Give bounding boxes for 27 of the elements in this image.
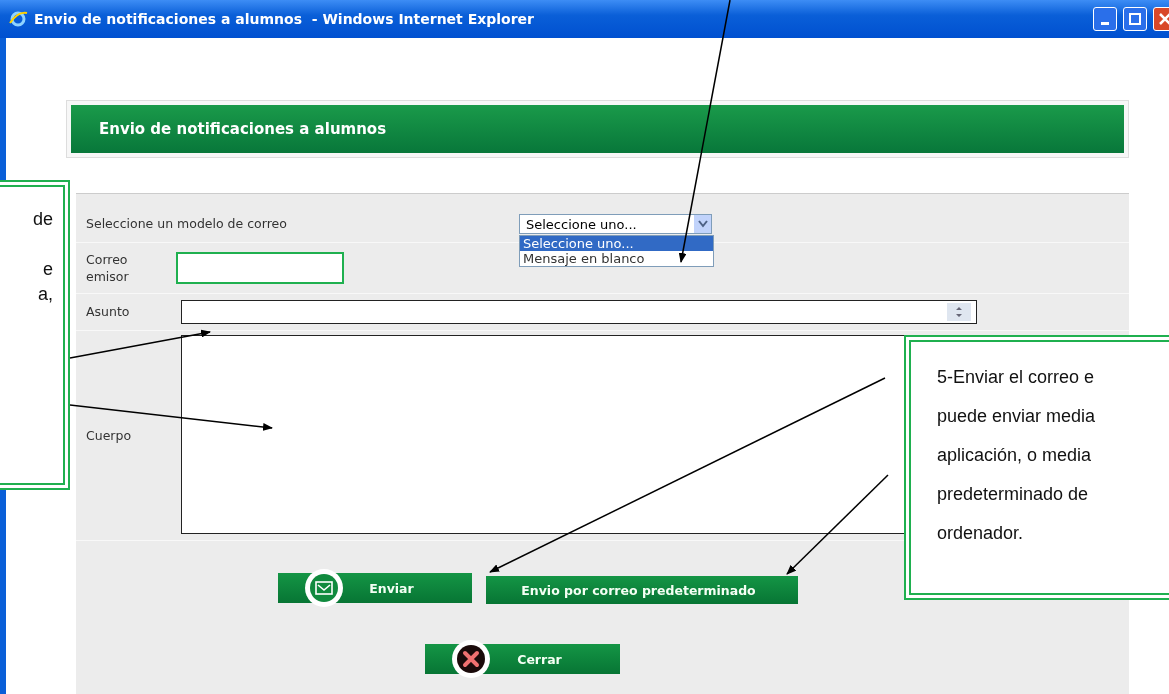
callout-text: 5-Enviar el correo e bbox=[937, 366, 1095, 389]
field-label: Cuerpo bbox=[86, 426, 133, 445]
field-label: Seleccione un modelo de correo bbox=[86, 215, 288, 233]
window-title: Envio de notificaciones a alumnos - Windows Internet Explorer bbox=[34, 11, 535, 27]
maximize-button[interactable] bbox=[1123, 7, 1147, 31]
callout-text: e bbox=[43, 258, 53, 281]
close-icon bbox=[451, 639, 491, 679]
browser-logo-icon bbox=[8, 9, 28, 29]
callout-text: a, bbox=[38, 283, 53, 306]
chevron-down-icon bbox=[697, 220, 708, 228]
page-title: Envio de notificaciones a alumnos bbox=[71, 105, 1124, 153]
minimize-button[interactable] bbox=[1093, 7, 1117, 31]
default-mail-button[interactable]: Envio por correo predeterminado bbox=[485, 576, 798, 604]
minimize-icon bbox=[1101, 21, 1109, 25]
dropdown-option[interactable]: Seleccione uno... bbox=[520, 236, 713, 251]
envelope-icon bbox=[303, 568, 344, 608]
callout-text: ordenador. bbox=[937, 522, 1024, 545]
sender-field[interactable] bbox=[176, 252, 344, 284]
subject-field[interactable] bbox=[181, 300, 977, 324]
callout-text: puede enviar media bbox=[937, 405, 1096, 428]
callout-text: aplicación, o media bbox=[937, 444, 1092, 467]
callout-text: predeterminado de bbox=[937, 483, 1089, 506]
field-label: Correo emisor bbox=[86, 250, 130, 286]
callout-text: de bbox=[32, 208, 53, 231]
field-label: Asunto bbox=[86, 303, 131, 321]
close-icon bbox=[1159, 13, 1169, 25]
maximize-icon bbox=[1129, 13, 1141, 25]
